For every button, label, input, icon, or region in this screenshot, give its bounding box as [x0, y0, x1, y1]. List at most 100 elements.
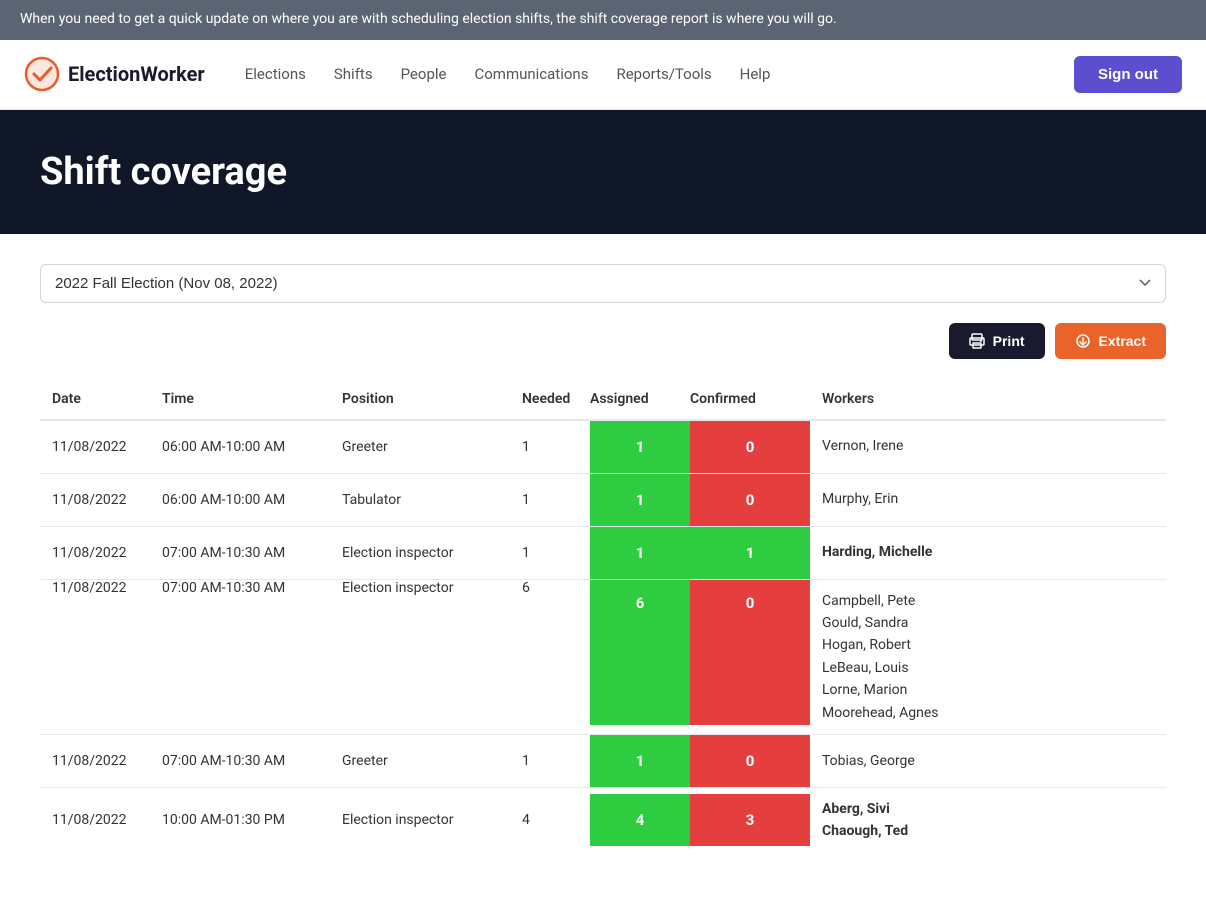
- page-title-area: Shift coverage: [0, 110, 1206, 234]
- confirmed-value: 0: [690, 580, 810, 725]
- table-header-row: Date Time Position Needed Assigned Confi…: [40, 379, 1166, 420]
- nav-help[interactable]: Help: [740, 65, 771, 83]
- logo-icon: [24, 56, 60, 92]
- cell-assigned: 4: [590, 787, 690, 852]
- cell-assigned: 1: [590, 734, 690, 787]
- col-header-needed: Needed: [510, 379, 590, 420]
- main-nav: Elections Shifts People Communications R…: [245, 65, 1074, 83]
- col-header-date: Date: [40, 379, 150, 420]
- cell-time: 07:00 AM-10:30 AM: [150, 734, 330, 787]
- worker-name: Tobias, George: [822, 750, 1154, 772]
- table-row: 11/08/2022 07:00 AM-10:30 AM Greeter 1 1…: [40, 734, 1166, 787]
- cell-assigned: 1: [590, 473, 690, 526]
- worker-name: Aberg, Sivi: [822, 798, 1154, 820]
- table-row: 11/08/2022 06:00 AM-10:00 AM Greeter 1 1…: [40, 420, 1166, 474]
- cell-workers: Vernon, Irene: [810, 420, 1166, 474]
- cell-workers: Aberg, SiviChaough, Ted: [810, 787, 1166, 852]
- worker-name: Hogan, Robert: [822, 634, 1154, 656]
- cell-time: 10:00 AM-01:30 PM: [150, 787, 330, 852]
- cell-position: Election inspector: [330, 787, 510, 852]
- cell-workers: Tobias, George: [810, 734, 1166, 787]
- worker-name: Gould, Sandra: [822, 612, 1154, 634]
- table-row: 11/08/2022 10:00 AM-01:30 PM Election in…: [40, 787, 1166, 852]
- cell-date: 11/08/2022: [40, 734, 150, 787]
- cell-needed: 1: [510, 473, 590, 526]
- cell-position: Greeter: [330, 734, 510, 787]
- col-header-assigned: Assigned: [590, 379, 690, 420]
- assigned-value: 4: [590, 794, 690, 846]
- worker-name: Moorehead, Agnes: [822, 702, 1154, 724]
- banner-text: When you need to get a quick update on w…: [20, 11, 837, 27]
- cell-assigned: 6: [590, 579, 690, 734]
- worker-name: LeBeau, Louis: [822, 657, 1154, 679]
- cell-confirmed: 1: [690, 526, 810, 579]
- coverage-table: Date Time Position Needed Assigned Confi…: [40, 379, 1166, 853]
- sign-out-button[interactable]: Sign out: [1074, 56, 1182, 93]
- nav-reports-tools[interactable]: Reports/Tools: [616, 65, 711, 83]
- cell-assigned: 1: [590, 526, 690, 579]
- cell-position: Election inspector: [330, 526, 510, 579]
- cell-workers: Campbell, PeteGould, SandraHogan, Robert…: [810, 579, 1166, 734]
- logo-text: ElectionWorker: [68, 62, 205, 86]
- col-header-workers: Workers: [810, 379, 1166, 420]
- table-row: 11/08/2022 07:00 AM-10:30 AM Election in…: [40, 579, 1166, 734]
- cell-needed: 1: [510, 420, 590, 474]
- table-row: 11/08/2022 06:00 AM-10:00 AM Tabulator 1…: [40, 473, 1166, 526]
- worker-name: Lorne, Marion: [822, 679, 1154, 701]
- election-filter: 2022 Fall Election (Nov 08, 2022): [40, 264, 1166, 303]
- page-title: Shift coverage: [40, 150, 1166, 194]
- cell-workers: Harding, Michelle: [810, 526, 1166, 579]
- print-icon: [969, 333, 985, 349]
- cell-position: Tabulator: [330, 473, 510, 526]
- nav-communications[interactable]: Communications: [474, 65, 588, 83]
- nav-shifts[interactable]: Shifts: [334, 65, 373, 83]
- election-dropdown[interactable]: 2022 Fall Election (Nov 08, 2022): [40, 264, 1166, 303]
- action-bar: Print Extract: [40, 323, 1166, 359]
- assigned-value: 1: [590, 735, 690, 787]
- cell-position: Election inspector: [330, 579, 510, 734]
- cell-needed: 1: [510, 734, 590, 787]
- confirmed-value: 0: [690, 474, 810, 526]
- worker-name: Murphy, Erin: [822, 488, 1154, 510]
- cell-time: 06:00 AM-10:00 AM: [150, 473, 330, 526]
- assigned-value: 1: [590, 527, 690, 579]
- nav-people[interactable]: People: [401, 65, 447, 83]
- cell-confirmed: 3: [690, 787, 810, 852]
- table-row: 11/08/2022 07:00 AM-10:30 AM Election in…: [40, 526, 1166, 579]
- cell-date: 11/08/2022: [40, 526, 150, 579]
- worker-name: Vernon, Irene: [822, 435, 1154, 457]
- assigned-value: 1: [590, 421, 690, 473]
- logo[interactable]: ElectionWorker: [24, 56, 205, 92]
- cell-needed: 4: [510, 787, 590, 852]
- cell-position: Greeter: [330, 420, 510, 474]
- cell-date: 11/08/2022: [40, 473, 150, 526]
- cell-confirmed: 0: [690, 734, 810, 787]
- extract-button[interactable]: Extract: [1055, 323, 1166, 359]
- cell-confirmed: 0: [690, 420, 810, 474]
- print-label: Print: [993, 333, 1025, 349]
- main-content: 2022 Fall Election (Nov 08, 2022) Print …: [0, 234, 1206, 883]
- cell-date: 11/08/2022: [40, 579, 150, 734]
- worker-name: Campbell, Pete: [822, 590, 1154, 612]
- cell-confirmed: 0: [690, 579, 810, 734]
- col-header-time: Time: [150, 379, 330, 420]
- confirmed-value: 1: [690, 527, 810, 579]
- confirmed-value: 0: [690, 735, 810, 787]
- header: ElectionWorker Elections Shifts People C…: [0, 40, 1206, 110]
- assigned-value: 6: [590, 580, 690, 725]
- extract-icon: [1075, 333, 1091, 349]
- col-header-position: Position: [330, 379, 510, 420]
- confirmed-value: 0: [690, 421, 810, 473]
- confirmed-value: 3: [690, 794, 810, 846]
- cell-date: 11/08/2022: [40, 787, 150, 852]
- worker-name: Chaough, Ted: [822, 820, 1154, 842]
- cell-time: 06:00 AM-10:00 AM: [150, 420, 330, 474]
- cell-time: 07:00 AM-10:30 AM: [150, 526, 330, 579]
- col-header-confirmed: Confirmed: [690, 379, 810, 420]
- assigned-value: 1: [590, 474, 690, 526]
- nav-elections[interactable]: Elections: [245, 65, 306, 83]
- print-button[interactable]: Print: [949, 323, 1045, 359]
- extract-label: Extract: [1099, 333, 1146, 349]
- cell-assigned: 1: [590, 420, 690, 474]
- cell-date: 11/08/2022: [40, 420, 150, 474]
